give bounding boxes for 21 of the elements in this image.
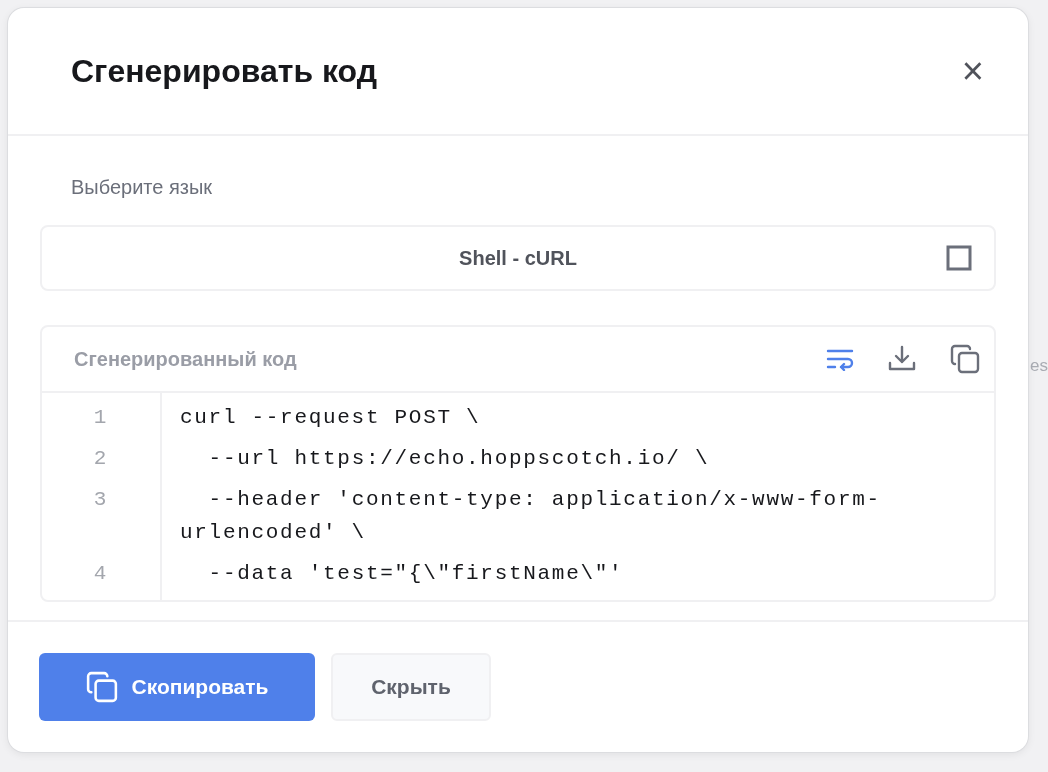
wrap-lines-icon[interactable]: [826, 347, 854, 371]
language-select[interactable]: Shell - cURL: [40, 225, 996, 291]
line-number: 3: [42, 475, 162, 549]
close-button[interactable]: ×: [961, 52, 984, 90]
code-line: --data 'test="{\"firstName\"': [207, 561, 625, 587]
copy-icon: [85, 671, 118, 703]
code-line: --header 'content-type: application/x-www-form-urlencoded' \: [179, 487, 882, 546]
code-line: curl --request POST \: [179, 405, 482, 431]
copy-icon[interactable]: [950, 344, 980, 374]
hide-button[interactable]: Скрыть: [331, 653, 491, 721]
code-panel-title: Сгенерированный код: [74, 347, 297, 371]
square-icon: [946, 245, 972, 271]
copy-button[interactable]: Скопировать: [39, 653, 315, 721]
line-number: 2: [42, 434, 162, 475]
download-icon[interactable]: [888, 345, 916, 373]
language-label: Выберите язык: [71, 176, 214, 200]
background-text: es: [1030, 356, 1048, 376]
line-number: 1: [42, 393, 162, 434]
dialog-title: Сгенерировать код: [71, 52, 377, 90]
code-line: --url https://echo.hoppscotch.io/ \: [207, 446, 711, 472]
line-number: 4: [42, 549, 162, 600]
